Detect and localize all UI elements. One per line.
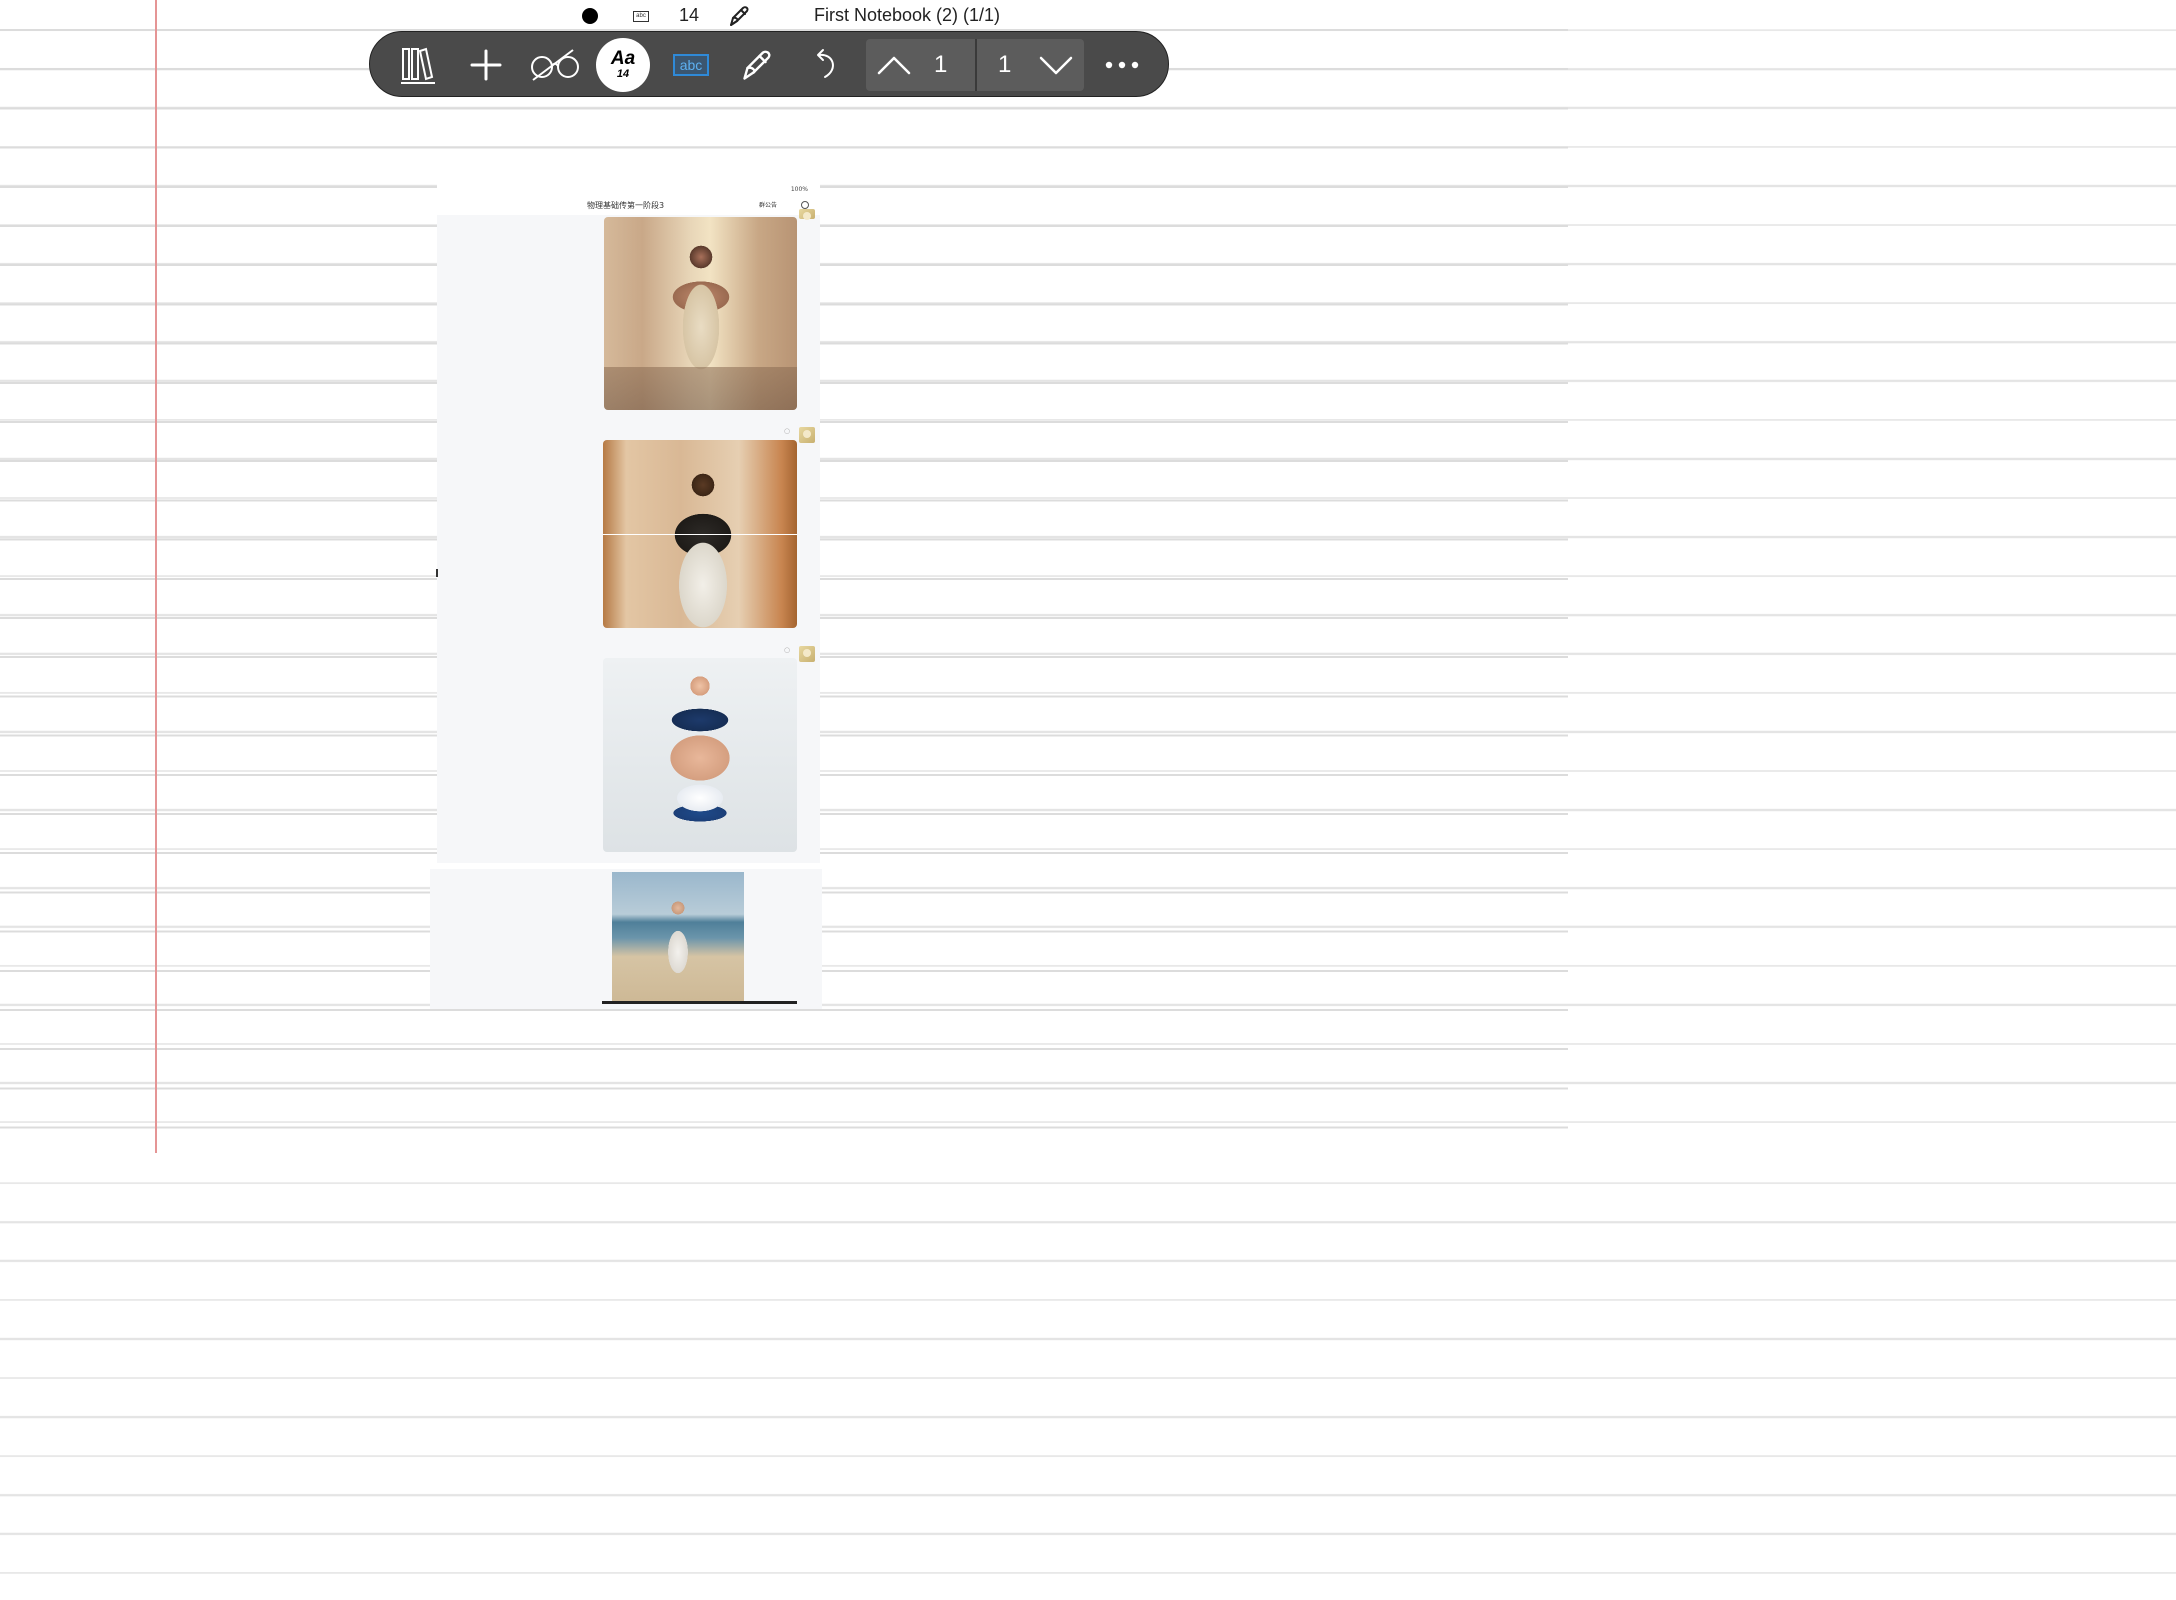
chat-image-4 [612,872,744,1004]
view-mode-button[interactable] [528,32,582,98]
pen-icon [740,47,776,83]
avatar [799,427,815,443]
chat-image-3 [603,658,797,852]
phone-status-bar: 100% [437,183,820,197]
read-status-icon: ○ [784,646,791,654]
pasted-chat-screenshot-2[interactable] [430,869,822,1009]
library-icon [400,45,436,85]
text-style-button[interactable]: Aa 14 [596,38,650,92]
undo-button[interactable] [804,32,848,98]
chat-image-1 [604,217,797,410]
text-style-size: 14 [616,68,630,80]
chevron-up-icon [876,54,912,76]
margin-line [155,0,157,1153]
total-page-number[interactable]: 1 [998,51,1011,79]
phone-battery-text: 100% [790,186,808,193]
pen-tool-button[interactable] [736,32,780,98]
more-icon [1104,60,1140,70]
chevron-down-icon [1038,54,1074,76]
library-button[interactable] [396,32,440,98]
more-button[interactable] [1100,32,1144,98]
current-page-number[interactable]: 1 [934,51,947,79]
page-up-button[interactable] [872,32,916,98]
read-status-icon: ○ [784,427,791,435]
status-strip: abc 14 First Notebook (2) (1/1) [560,2,1080,30]
clock-icon [801,201,809,209]
pen-icon [728,4,752,28]
glasses-icon [529,47,581,83]
add-button[interactable] [464,32,508,98]
avatar [799,646,815,662]
text-style-label: Aa [610,48,636,69]
chat-image-2 [603,440,797,628]
textbox-mode-indicator: abc [633,11,649,22]
chat-header: 物理基础传第一阶段3 群公告 [437,197,820,215]
main-toolbar: Aa 14 abc 1 1 [369,31,1169,97]
page-navigator: 1 1 [866,39,1084,91]
textbox-button[interactable]: abc [673,54,709,76]
chat-title: 物理基础传第一阶段3 [587,201,665,210]
plus-icon [469,48,503,82]
pen-color-indicator[interactable] [582,8,598,24]
chat-notice-label: 群公告 [759,202,778,209]
avatar [799,209,815,220]
pasted-chat-screenshot[interactable]: 100% 物理基础传第一阶段3 群公告 ○ ○ [437,183,820,863]
page-navigator-divider [975,39,977,91]
image-bottom-edge [602,1001,797,1004]
page-down-button[interactable] [1034,32,1078,98]
text-cursor [436,569,438,577]
notebook-title: First Notebook (2) (1/1) [814,5,1001,25]
font-size-indicator: 14 [679,5,700,25]
undo-icon [811,47,841,83]
